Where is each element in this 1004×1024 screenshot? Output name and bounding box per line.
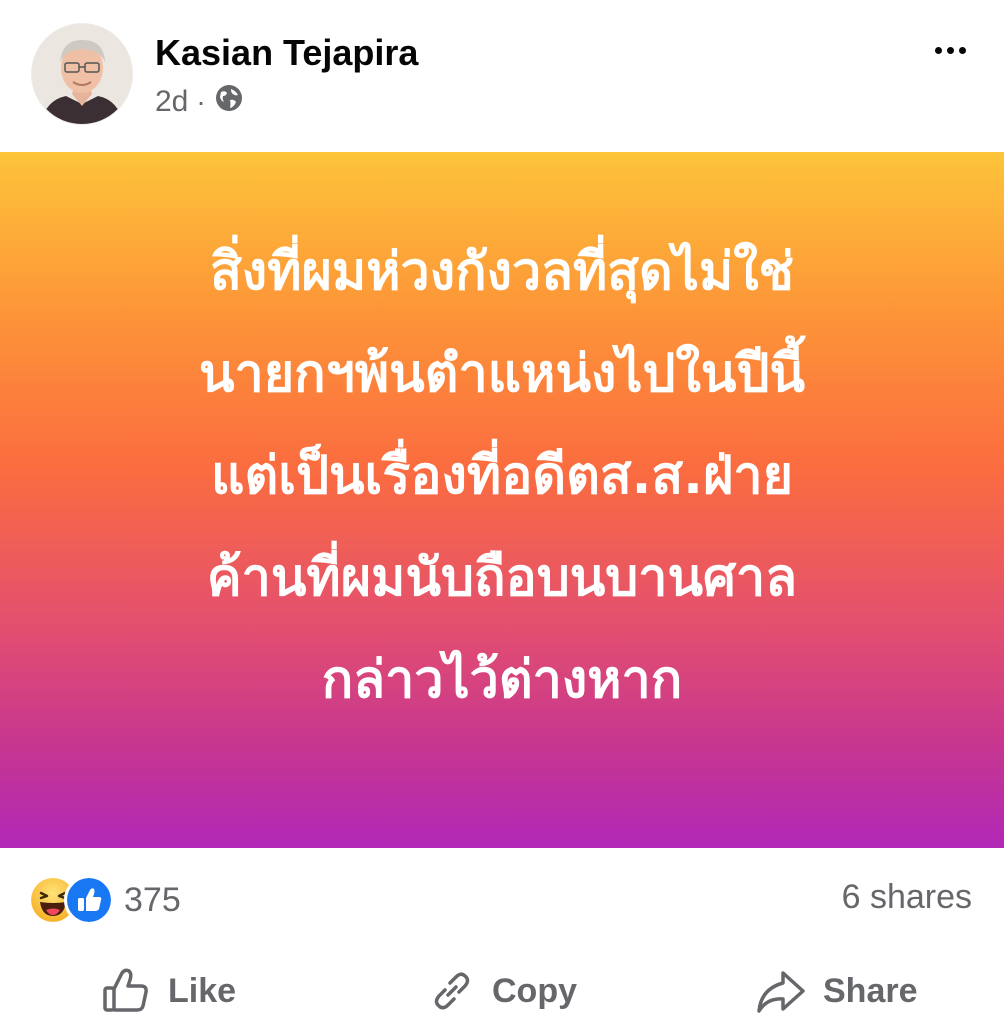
share-arrow-icon bbox=[757, 971, 805, 1013]
post-background-card: สิ่งที่ผมห่วงกังวลที่สุดไม่ใช่ นายกฯพ้นต… bbox=[0, 152, 1004, 848]
thumbs-up-icon bbox=[103, 968, 148, 1012]
meta-separator: · bbox=[196, 86, 206, 117]
reaction-count: 375 bbox=[124, 880, 181, 919]
author-avatar[interactable] bbox=[32, 24, 132, 124]
reaction-summary[interactable]: 375 bbox=[28, 875, 181, 925]
post-text-line: สิ่งที่ผมห่วงกังวลที่สุดไม่ใช่ bbox=[210, 242, 794, 302]
shares-count[interactable]: 6 shares bbox=[842, 878, 972, 917]
post-time[interactable]: 2d bbox=[155, 85, 188, 119]
post-text-line: กล่าวไว้ต่างหาก bbox=[321, 650, 683, 710]
post-header bbox=[0, 0, 1004, 152]
post-meta: 2d · bbox=[155, 84, 244, 120]
author-name[interactable]: Kasian Tejapira bbox=[155, 32, 418, 74]
globe-icon bbox=[214, 83, 244, 121]
post-text-line: แต่เป็นเรื่องที่อดีตส.ส.ฝ่าย bbox=[210, 446, 794, 506]
like-icon bbox=[64, 875, 114, 925]
post-text-line: นายกฯพ้นตำแหน่งไปในปีนี้ bbox=[198, 344, 806, 404]
copy-button[interactable]: Copy bbox=[428, 961, 577, 1021]
like-button[interactable]: Like bbox=[100, 961, 236, 1021]
more-options-icon[interactable] bbox=[922, 38, 978, 62]
link-icon bbox=[434, 972, 470, 1010]
share-button[interactable]: Share bbox=[755, 961, 918, 1021]
post-text: สิ่งที่ผมห่วงกังวลที่สุดไม่ใช่ นายกฯพ้นต… bbox=[72, 221, 932, 731]
share-label: Share bbox=[823, 971, 918, 1010]
like-label: Like bbox=[168, 971, 237, 1010]
copy-label: Copy bbox=[492, 971, 577, 1010]
post-text-line: ค้านที่ผมนับถือบนบานศาล bbox=[206, 548, 798, 608]
